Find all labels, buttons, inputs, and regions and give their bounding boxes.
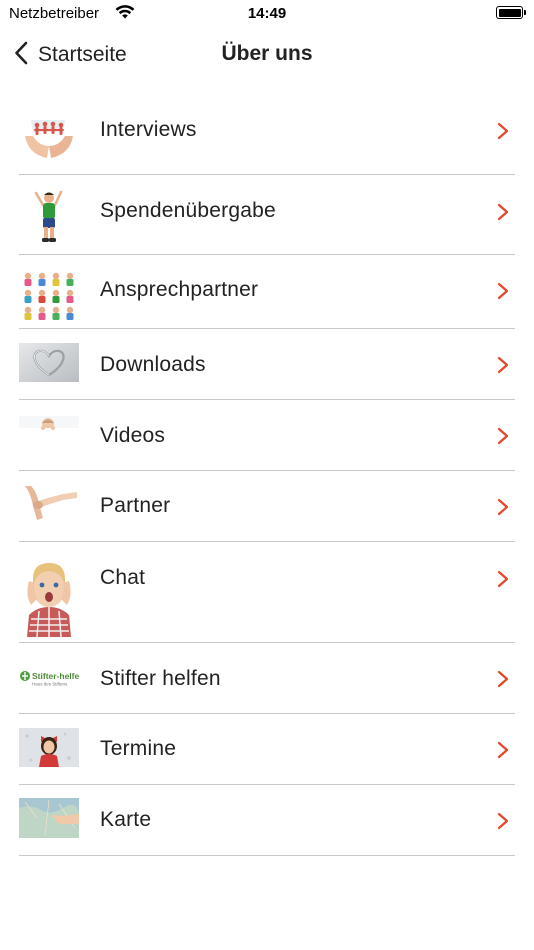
chevron-right-icon — [496, 356, 510, 379]
sand-heart-icon — [19, 343, 79, 382]
menu-item-ansprechpartner[interactable]: Ansprechpartner — [19, 255, 515, 329]
menu-item-label: Downloads — [100, 353, 206, 376]
about-menu-list: Interviews Spendenübergabe Ansprechpartn… — [19, 90, 515, 856]
holding-hands-icon — [19, 484, 79, 522]
menu-item-label: Videos — [100, 424, 166, 447]
menu-item-karte[interactable]: Karte — [19, 785, 515, 856]
chevron-right-icon — [496, 812, 510, 835]
chevron-right-icon — [496, 570, 510, 593]
chevron-right-icon — [496, 282, 510, 305]
chevron-right-icon — [496, 427, 510, 450]
chevron-right-icon — [496, 203, 510, 226]
menu-item-label: Spendenübergabe — [100, 199, 276, 222]
jumping-child-icon — [19, 189, 79, 245]
status-time: 14:49 — [247, 5, 287, 22]
children-collage-icon — [19, 270, 79, 322]
menu-item-label: Interviews — [100, 118, 197, 141]
menu-item-downloads[interactable]: Downloads — [19, 329, 515, 400]
chevron-right-icon — [496, 122, 510, 145]
chevron-left-icon — [14, 41, 28, 70]
girl-with-bow-icon — [19, 728, 79, 767]
chevron-right-icon — [496, 670, 510, 693]
svg-text:Stifter-helfen: Stifter-helfen — [32, 671, 79, 681]
menu-item-label: Termine — [100, 737, 177, 760]
status-bar: Netzbetreiber 14:49 — [0, 0, 534, 28]
back-label: Startseite — [38, 43, 127, 66]
menu-item-label: Chat — [100, 566, 146, 589]
menu-item-chat[interactable]: Chat — [19, 542, 515, 643]
menu-item-interviews[interactable]: Interviews — [19, 90, 515, 175]
baby-peeking-icon — [19, 416, 79, 436]
menu-item-label: Karte — [100, 808, 152, 831]
battery-icon — [496, 6, 526, 19]
menu-item-label: Partner — [100, 494, 171, 517]
menu-item-termine[interactable]: Termine — [19, 714, 515, 785]
navigation-bar: Startseite Über uns — [0, 28, 534, 84]
back-button[interactable]: Startseite — [14, 38, 127, 72]
menu-item-label: Stifter helfen — [100, 667, 221, 690]
chevron-right-icon — [496, 498, 510, 521]
surprised-child-icon — [19, 559, 79, 637]
chevron-right-icon — [496, 741, 510, 764]
stifter-helfen-logo: Stifter-helfen Haus des Stiftens — [19, 669, 79, 687]
menu-item-videos[interactable]: Videos — [19, 400, 515, 471]
menu-item-spendenuebergabe[interactable]: Spendenübergabe — [19, 175, 515, 255]
paper-people-hands-icon — [19, 114, 79, 160]
menu-item-label: Ansprechpartner — [100, 278, 259, 301]
menu-item-stifter-helfen[interactable]: Stifter-helfen Haus des Stiftens Stifter… — [19, 643, 515, 714]
map-pointing-icon — [19, 798, 79, 838]
menu-item-partner[interactable]: Partner — [19, 471, 515, 542]
svg-text:Haus des Stiftens: Haus des Stiftens — [32, 682, 68, 687]
